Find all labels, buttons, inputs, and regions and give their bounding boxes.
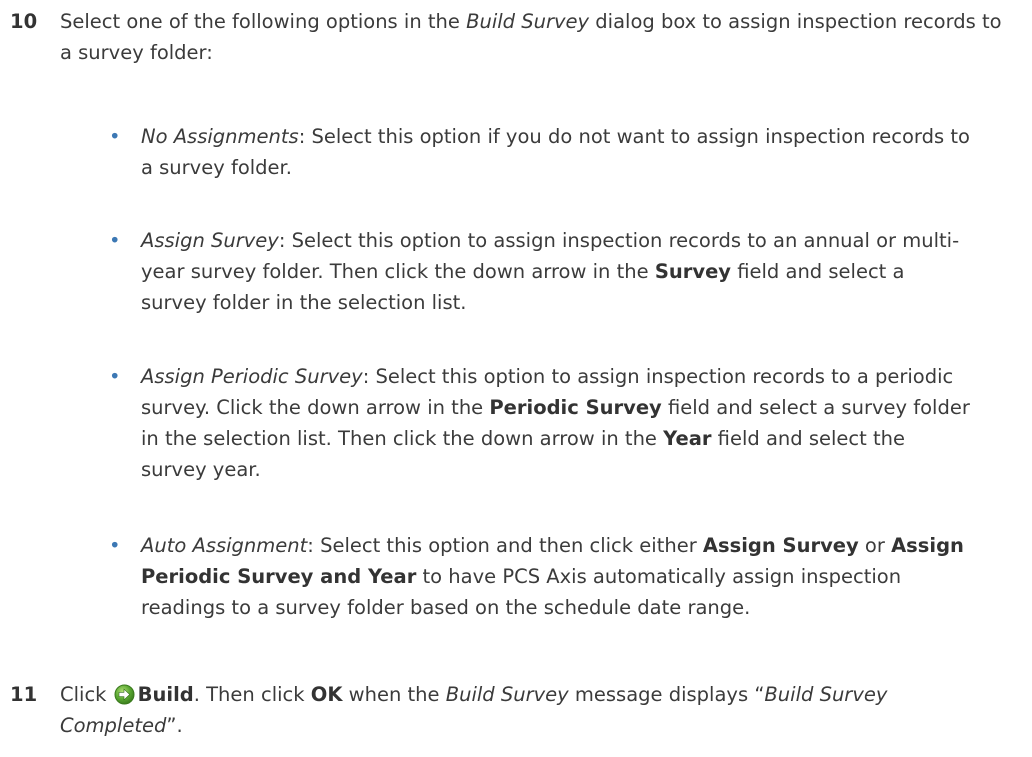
option-term: Assign Survey (141, 229, 279, 252)
bullet-icon: • (109, 534, 121, 557)
build-label: Build (137, 683, 194, 706)
step-text-part: message displays “ (568, 683, 765, 706)
dialog-name: Build Survey (466, 10, 590, 33)
option-term: Auto Assignment (141, 534, 308, 557)
list-item-text: Assign Survey: Select this option to ass… (141, 225, 972, 318)
build-icon (114, 683, 135, 705)
list-item-text: Assign Periodic Survey: Select this opti… (141, 361, 972, 485)
field-name: Survey (654, 260, 732, 283)
option-description: or (858, 534, 892, 557)
step-text: Click Build. Then click OK when the Buil… (60, 679, 1002, 741)
option-name: Assign Survey (702, 534, 859, 557)
dialog-name: Build Survey (445, 683, 569, 706)
step-number: 11 (10, 683, 38, 706)
step-text-part: Select one of the following options in t… (60, 10, 467, 33)
list-item-text: No Assignments: Select this option if yo… (141, 121, 972, 183)
step-number: 10 (10, 10, 38, 33)
option-term: No Assignments (141, 125, 299, 148)
field-name: Periodic Survey (489, 396, 662, 419)
bullet-icon: • (109, 365, 121, 388)
bullet-icon: • (109, 229, 121, 252)
option-description: : Select this option and then click eith… (307, 534, 703, 557)
step-text: Select one of the following options in t… (60, 6, 1002, 68)
step-text-part: . Then click (193, 683, 311, 706)
bullet-icon: • (109, 125, 121, 148)
step-text-part: when the (342, 683, 446, 706)
option-term: Assign Periodic Survey (141, 365, 363, 388)
list-item-text: Auto Assignment: Select this option and … (141, 530, 972, 623)
ok-label: OK (310, 683, 343, 706)
step-text-part: ”. (166, 714, 183, 737)
step-text-part: Click (60, 683, 113, 706)
field-name: Year (663, 427, 712, 450)
